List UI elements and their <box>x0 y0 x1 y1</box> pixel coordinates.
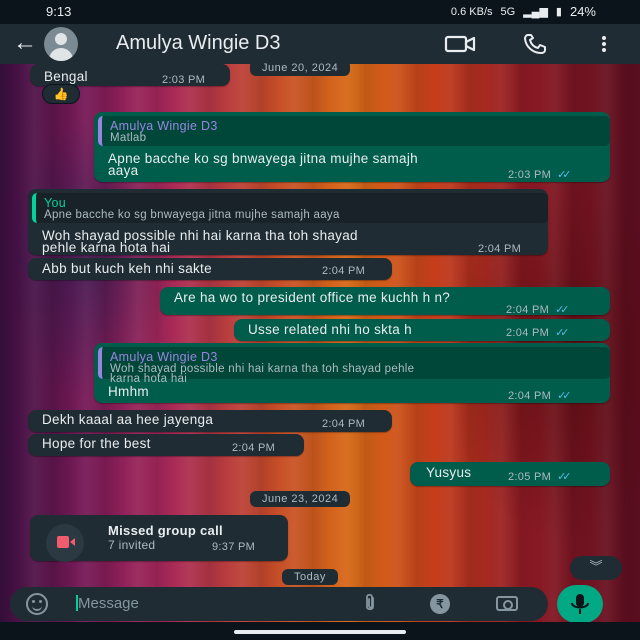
read-ticks-icon: ✓✓ <box>557 390 572 402</box>
date-chip: June 23, 2024 <box>250 491 351 507</box>
message-text: Usse related nhi ho skta h <box>248 322 412 337</box>
message-text: Hope for the best <box>42 436 151 451</box>
contact-name[interactable]: Amulya Wingie D3 <box>116 32 281 55</box>
read-ticks-icon: ✓✓ <box>555 327 570 339</box>
message-text: Apne bacche ko sg bnwayega jitna mujhe s… <box>108 151 418 166</box>
message-composer: Message ₹ <box>10 587 548 621</box>
message-text-line2: aaya <box>108 163 139 178</box>
message-bubble-incoming[interactable]: Dekh kaaal aa hee jayenga 2:04 PM <box>28 410 392 432</box>
back-arrow-icon[interactable]: ← <box>10 30 40 58</box>
message-bubble-outgoing[interactable]: Amulya Wingie D3 Matlab Apne bacche ko s… <box>94 112 610 182</box>
message-text: Abb but kuch keh nhi sakte <box>42 261 212 276</box>
attach-paperclip-icon[interactable] <box>360 593 380 615</box>
message-time: 2:03 PM <box>508 169 552 181</box>
quoted-sender: You <box>44 196 66 210</box>
message-time: 2:04 PM <box>322 418 366 430</box>
message-bubble-outgoing[interactable]: Are ha wo to president office me kuchh h… <box>160 287 610 316</box>
missed-video-call-icon <box>46 524 84 562</box>
message-time: 2:04 PM <box>506 304 550 316</box>
more-options-icon[interactable] <box>596 32 626 56</box>
reaction-thumbs-up-icon[interactable]: 👍 <box>42 84 80 104</box>
quoted-message[interactable]: You Apne bacche ko sg bnwayega jitna muj… <box>32 193 548 223</box>
quoted-sender: Amulya Wingie D3 <box>110 119 218 133</box>
voice-message-button[interactable] <box>557 585 603 623</box>
status-bar: 9:13 0.6 KB/s 5G ▂▄▆ ▮ 24% <box>0 0 640 24</box>
video-call-icon[interactable] <box>444 32 476 56</box>
message-bubble-incoming[interactable]: Abb but kuch keh nhi sakte 2:04 PM <box>28 258 392 280</box>
battery-icon: ▮ <box>555 6 562 18</box>
message-bubble-outgoing[interactable]: Amulya Wingie D3 Woh shayad possible nhi… <box>94 343 610 403</box>
message-bubble-outgoing[interactable]: Usse related nhi ho skta h 2:04 PM ✓✓ <box>234 319 610 341</box>
read-ticks-icon: ✓✓ <box>555 304 570 316</box>
system-nav-bar <box>0 622 640 640</box>
chat-header: ← Amulya Wingie D3 <box>0 24 640 64</box>
home-gesture-handle[interactable] <box>234 630 406 634</box>
quoted-message[interactable]: Amulya Wingie D3 Matlab <box>98 116 610 146</box>
missed-call-bubble[interactable]: Missed group call 7 invited 9:37 PM <box>30 515 288 562</box>
call-time: 9:37 PM <box>212 541 256 553</box>
message-time: 2:04 PM <box>506 327 550 339</box>
quoted-message[interactable]: Amulya Wingie D3 Woh shayad possible nhi… <box>98 347 610 385</box>
call-subtitle: 7 invited <box>108 538 156 552</box>
avatar-icon[interactable] <box>44 27 78 61</box>
message-time: 2:03 PM <box>162 74 206 86</box>
message-text: Bengal <box>44 69 88 84</box>
scroll-to-bottom-button[interactable]: ︾ <box>570 556 622 580</box>
message-time: 2:04 PM <box>232 442 276 454</box>
battery-level: 24% <box>569 4 596 19</box>
message-time: 2:04 PM <box>508 390 552 402</box>
status-icons: 0.6 KB/s 5G ▂▄▆ ▮ 24% <box>451 4 596 19</box>
message-text: Dekh kaaal aa hee jayenga <box>42 412 214 427</box>
payment-rupee-icon[interactable]: ₹ <box>430 594 450 614</box>
message-text-line2: pehle karna hota hai <box>42 240 171 255</box>
message-bubble-incoming[interactable]: Hope for the best 2:04 PM <box>28 434 304 456</box>
date-chip-today: Today <box>282 569 338 585</box>
quoted-text: Apne bacche ko sg bnwayega jitna mujhe s… <box>44 209 340 221</box>
read-ticks-icon: ✓✓ <box>557 169 572 181</box>
message-text: Yusyus <box>426 465 472 480</box>
message-bubble-incoming[interactable]: You Apne bacche ko sg bnwayega jitna muj… <box>28 189 548 255</box>
message-input[interactable]: Message <box>78 595 139 612</box>
message-bubble-outgoing[interactable]: Yusyus 2:05 PM ✓✓ <box>410 462 610 486</box>
network-type: 5G <box>500 5 516 18</box>
message-bubble-incoming[interactable]: Bengal 2:03 PM <box>30 64 230 86</box>
status-time: 9:13 <box>46 4 72 19</box>
read-ticks-icon: ✓✓ <box>557 471 572 483</box>
date-chip-top: June 20, 2024 <box>250 60 351 76</box>
message-time: 2:05 PM <box>508 471 552 483</box>
quoted-text: Matlab <box>110 132 147 144</box>
double-chevron-down-icon: ︾ <box>589 559 603 574</box>
signal-icon: ▂▄▆ <box>523 6 548 18</box>
net-speed: 0.6 KB/s <box>450 5 493 18</box>
call-title: Missed group call <box>108 523 223 538</box>
quoted-sender: Amulya Wingie D3 <box>110 350 218 364</box>
message-text: Are ha wo to president office me kuchh h… <box>174 290 451 305</box>
message-time: 2:04 PM <box>478 243 522 255</box>
emoji-icon[interactable] <box>26 593 48 615</box>
message-time: 2:04 PM <box>322 265 366 277</box>
voice-call-icon[interactable] <box>522 32 552 56</box>
camera-icon[interactable] <box>496 596 518 611</box>
message-text: Hmhm <box>108 384 149 399</box>
microphone-icon <box>571 594 589 614</box>
